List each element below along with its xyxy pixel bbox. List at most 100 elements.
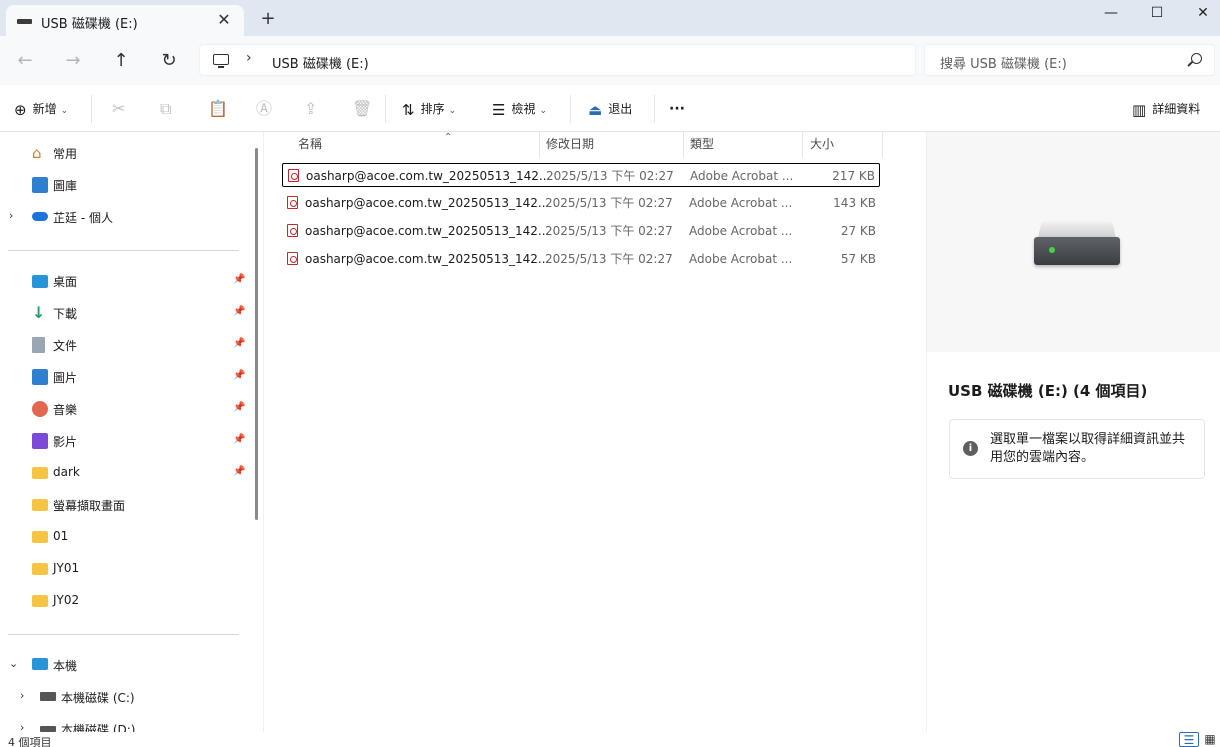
sidebar-item-drive-c[interactable]: › 本機磁碟 (C:) bbox=[0, 682, 248, 712]
sidebar-item-onedrive[interactable]: › 芷廷 - 個人 bbox=[0, 202, 248, 232]
sidebar-item-jy02[interactable]: JY02 bbox=[0, 586, 248, 616]
sidebar-item-label: 常用 bbox=[53, 147, 78, 161]
sidebar-item-desktop[interactable]: 桌面 📌 bbox=[0, 266, 248, 296]
folder-icon bbox=[32, 563, 48, 575]
pin-icon[interactable]: 📌 bbox=[233, 466, 245, 477]
preview-area bbox=[927, 132, 1220, 352]
sidebar-item-this-pc[interactable]: ⌄ 本機 bbox=[0, 650, 248, 680]
tab-usb-drive[interactable]: USB 磁碟機 (E:) ✕ bbox=[6, 5, 244, 37]
windows-drive-icon bbox=[40, 692, 56, 701]
expand-chevron-icon[interactable]: › bbox=[20, 689, 24, 702]
plus-circle-icon: ⊕ bbox=[14, 100, 27, 119]
video-icon bbox=[32, 433, 48, 449]
sidebar-item-drive-d[interactable]: › 本機磁碟 (D:) bbox=[0, 714, 248, 732]
sidebar-item-01[interactable]: 01 bbox=[0, 522, 248, 552]
sidebar-item-documents[interactable]: 文件 📌 bbox=[0, 330, 248, 360]
sidebar-item-label: 圖片 bbox=[53, 371, 78, 385]
file-name: oasharp@acoe.com.tw_20250513_142... bbox=[305, 224, 550, 238]
command-bar: ⊕ 新增 ⌄ ✂ ⧉ 📋 Ⓐ ⇪ 🗑 ⇅ 排序 ⌄ ☰ 檢視 ⌄ ⏏ 退出 ··· ▥ 詳細資料 bbox=[0, 85, 1220, 132]
sidebar-item-label: 影片 bbox=[53, 435, 78, 449]
sidebar-item-gallery[interactable]: 圖庫 bbox=[0, 170, 248, 200]
forward-button[interactable]: → bbox=[60, 48, 86, 74]
pin-icon[interactable]: 📌 bbox=[233, 370, 245, 381]
pdf-file-icon bbox=[287, 252, 298, 265]
more-options-button[interactable]: ··· bbox=[669, 97, 685, 121]
expand-chevron-icon[interactable]: › bbox=[20, 721, 24, 732]
minimize-button[interactable]: — bbox=[1088, 0, 1134, 28]
file-type: Adobe Acrobat ... bbox=[689, 224, 793, 238]
file-row[interactable]: oasharp@acoe.com.tw_20250513_142... 2025… bbox=[282, 191, 880, 215]
chevron-down-icon: ⌄ bbox=[539, 106, 548, 116]
column-size-label: 大小 bbox=[810, 137, 835, 151]
pdf-file-icon bbox=[287, 224, 298, 237]
eject-button[interactable]: ⏏ 退出 bbox=[588, 97, 632, 121]
rename-icon[interactable]: Ⓐ bbox=[256, 97, 272, 121]
details-view-button[interactable]: ☰ bbox=[1179, 732, 1199, 747]
file-type: Adobe Acrobat ... bbox=[690, 169, 794, 183]
details-label: 詳細資料 bbox=[1152, 102, 1201, 116]
sidebar-item-label: 本機磁碟 (D:) bbox=[61, 723, 136, 732]
view-label: 檢視 bbox=[511, 102, 536, 116]
column-name-label: 名稱 bbox=[298, 137, 323, 151]
share-icon[interactable]: ⇪ bbox=[304, 97, 317, 121]
delete-icon[interactable]: 🗑 bbox=[352, 97, 372, 121]
sort-button[interactable]: ⇅ 排序 ⌄ bbox=[402, 97, 456, 121]
chevron-down-icon: ⌄ bbox=[60, 106, 69, 116]
sidebar-item-home[interactable]: ⌂ 常用 bbox=[0, 138, 248, 168]
column-header-size[interactable]: 大小 bbox=[810, 132, 883, 158]
pin-icon[interactable]: 📌 bbox=[233, 402, 245, 413]
sidebar-item-label: JY01 bbox=[53, 561, 80, 575]
file-row[interactable]: oasharp@acoe.com.tw_20250513_142... 2025… bbox=[282, 163, 880, 187]
sidebar-item-downloads[interactable]: ↓ 下載 📌 bbox=[0, 298, 248, 328]
file-modified: 2025/5/13 下午 02:27 bbox=[546, 169, 674, 183]
cut-icon[interactable]: ✂ bbox=[112, 97, 125, 121]
sidebar-item-pictures[interactable]: 圖片 📌 bbox=[0, 362, 248, 392]
file-modified: 2025/5/13 下午 02:27 bbox=[545, 224, 673, 238]
breadcrumb-path[interactable]: USB 磁碟機 (E:) bbox=[272, 53, 369, 72]
this-pc-icon[interactable] bbox=[213, 54, 229, 68]
sort-ascending-icon: ⌃ bbox=[444, 132, 453, 143]
tiles-view-button[interactable]: ▦ bbox=[1200, 732, 1220, 747]
sidebar-item-dark[interactable]: dark 📌 bbox=[0, 458, 248, 488]
new-label: 新增 bbox=[32, 102, 57, 116]
sidebar-item-label: 本機 bbox=[53, 659, 78, 673]
file-size: 143 KB bbox=[833, 196, 876, 210]
pin-icon[interactable]: 📌 bbox=[233, 434, 245, 445]
sidebar-item-videos[interactable]: 影片 📌 bbox=[0, 426, 248, 456]
search-input[interactable]: 搜尋 USB 磁碟機 (E:) bbox=[924, 44, 1215, 76]
sidebar-item-screenshots[interactable]: 螢幕擷取畫面 bbox=[0, 490, 248, 520]
paste-icon[interactable]: 📋 bbox=[208, 97, 228, 121]
back-button[interactable]: ← bbox=[12, 48, 38, 74]
expand-chevron-icon[interactable]: › bbox=[9, 209, 13, 222]
breadcrumb-chevron-icon[interactable]: › bbox=[246, 50, 252, 66]
sidebar-item-music[interactable]: 音樂 📌 bbox=[0, 394, 248, 424]
pin-icon[interactable]: 📌 bbox=[233, 306, 245, 317]
sidebar-item-label: JY02 bbox=[53, 593, 80, 607]
view-button[interactable]: ☰ 檢視 ⌄ bbox=[492, 97, 547, 121]
new-button[interactable]: ⊕ 新增 ⌄ bbox=[14, 97, 68, 121]
maximize-button[interactable]: ☐ bbox=[1134, 0, 1180, 28]
sidebar-item-jy01[interactable]: JY01 bbox=[0, 554, 248, 584]
column-header-type[interactable]: 類型 bbox=[690, 132, 803, 158]
close-tab-icon[interactable]: ✕ bbox=[214, 10, 234, 30]
sidebar-scrollbar[interactable] bbox=[255, 148, 258, 520]
pin-icon[interactable]: 📌 bbox=[233, 338, 245, 349]
new-tab-button[interactable]: + bbox=[258, 9, 278, 29]
close-window-button[interactable]: ✕ bbox=[1180, 0, 1220, 28]
column-header-name[interactable]: 名稱 ⌃ bbox=[298, 132, 540, 158]
pdf-file-icon bbox=[287, 196, 298, 209]
sort-label: 排序 bbox=[420, 102, 445, 116]
file-row[interactable]: oasharp@acoe.com.tw_20250513_142... 2025… bbox=[282, 219, 880, 243]
collapse-chevron-icon[interactable]: ⌄ bbox=[9, 657, 18, 670]
column-header-modified[interactable]: 修改日期 bbox=[546, 132, 684, 158]
eject-icon: ⏏ bbox=[588, 100, 603, 119]
refresh-button[interactable]: ↻ bbox=[156, 48, 182, 74]
copy-icon[interactable]: ⧉ bbox=[160, 97, 171, 121]
address-bar[interactable]: › USB 磁碟機 (E:) bbox=[199, 44, 916, 76]
details-pane-icon: ▥ bbox=[1132, 100, 1147, 119]
up-button[interactable]: ↑ bbox=[108, 48, 134, 74]
file-row[interactable]: oasharp@acoe.com.tw_20250513_142... 2025… bbox=[282, 247, 880, 271]
pin-icon[interactable]: 📌 bbox=[233, 274, 245, 285]
status-bar: 4 個項目 ☰ ▦ bbox=[0, 732, 1220, 747]
details-pane-button[interactable]: ▥ 詳細資料 bbox=[1132, 97, 1200, 121]
